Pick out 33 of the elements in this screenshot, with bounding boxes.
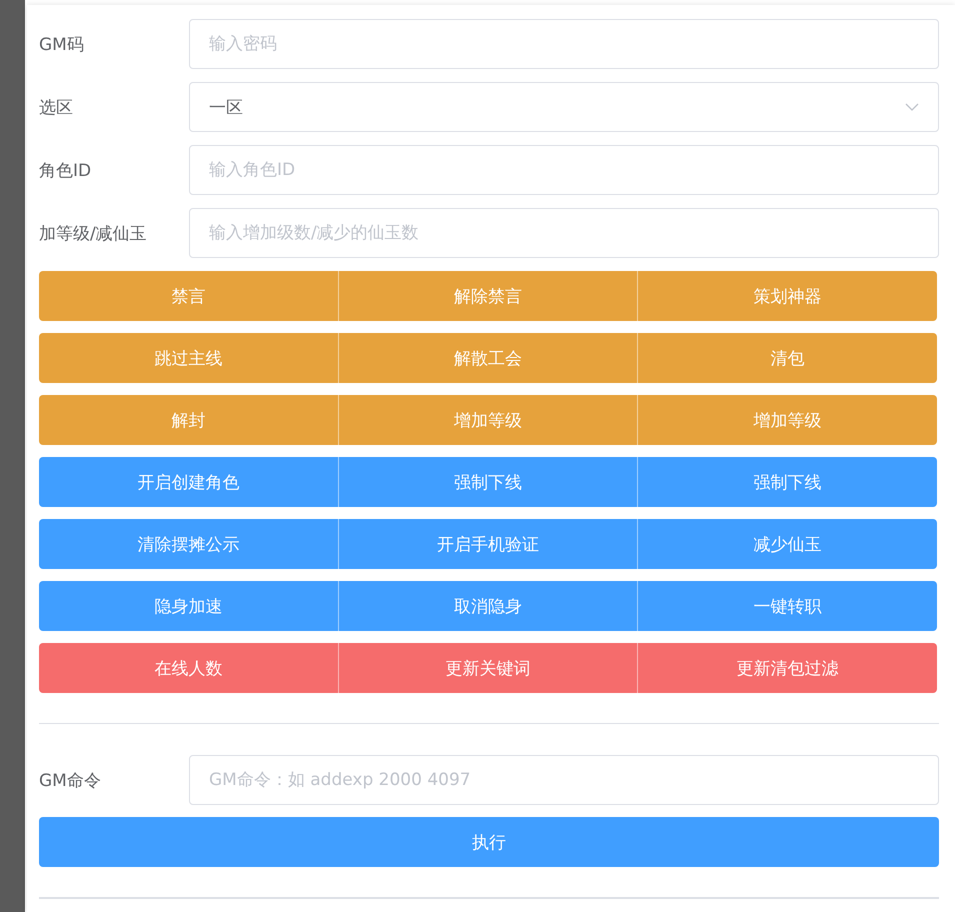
select-field[interactable]: 一区 [189,82,939,132]
action-button[interactable]: 减少仙玉 [637,519,938,569]
action-button[interactable]: 增加等级 [338,395,638,445]
action-button[interactable]: 解除禁言 [338,271,638,321]
action-button[interactable]: 隐身加速 [39,581,338,631]
action-button[interactable]: 解封 [39,395,338,445]
action-button[interactable]: 取消隐身 [338,581,638,631]
chevron-down-icon [905,103,919,111]
input-field[interactable]: 输入密码 [189,19,939,69]
execute-button[interactable]: 执行 [39,817,939,867]
action-button[interactable]: 强制下线 [637,457,938,507]
field-label: 角色ID [39,160,92,182]
action-button[interactable]: 禁言 [39,271,338,321]
field-label: 选区 [39,96,74,118]
command-input-field[interactable]: GM命令：如 addexp 2000 4097 [189,755,939,805]
action-button[interactable]: 策划神器 [637,271,938,321]
action-button[interactable]: 增加等级 [637,395,938,445]
input-field[interactable]: 输入增加级数/减少的仙玉数 [189,208,939,258]
field-label: GM码 [39,34,85,56]
action-button[interactable]: 清除摆摊公示 [39,519,338,569]
action-button[interactable]: 解散工会 [338,333,638,383]
action-button[interactable]: 开启手机验证 [338,519,638,569]
field-label: GM命令 [39,770,102,792]
action-button[interactable]: 清包 [637,333,938,383]
action-button[interactable]: 更新清包过滤 [637,643,938,693]
action-button[interactable]: 开启创建角色 [39,457,338,507]
action-button[interactable]: 更新关键词 [338,643,638,693]
action-button[interactable]: 强制下线 [338,457,638,507]
action-button[interactable]: 在线人数 [39,643,338,693]
action-button[interactable]: 跳过主线 [39,333,338,383]
action-button[interactable]: 一键转职 [637,581,938,631]
input-field[interactable]: 输入角色ID [189,145,939,195]
field-label: 加等级/减仙玉 [39,222,148,244]
